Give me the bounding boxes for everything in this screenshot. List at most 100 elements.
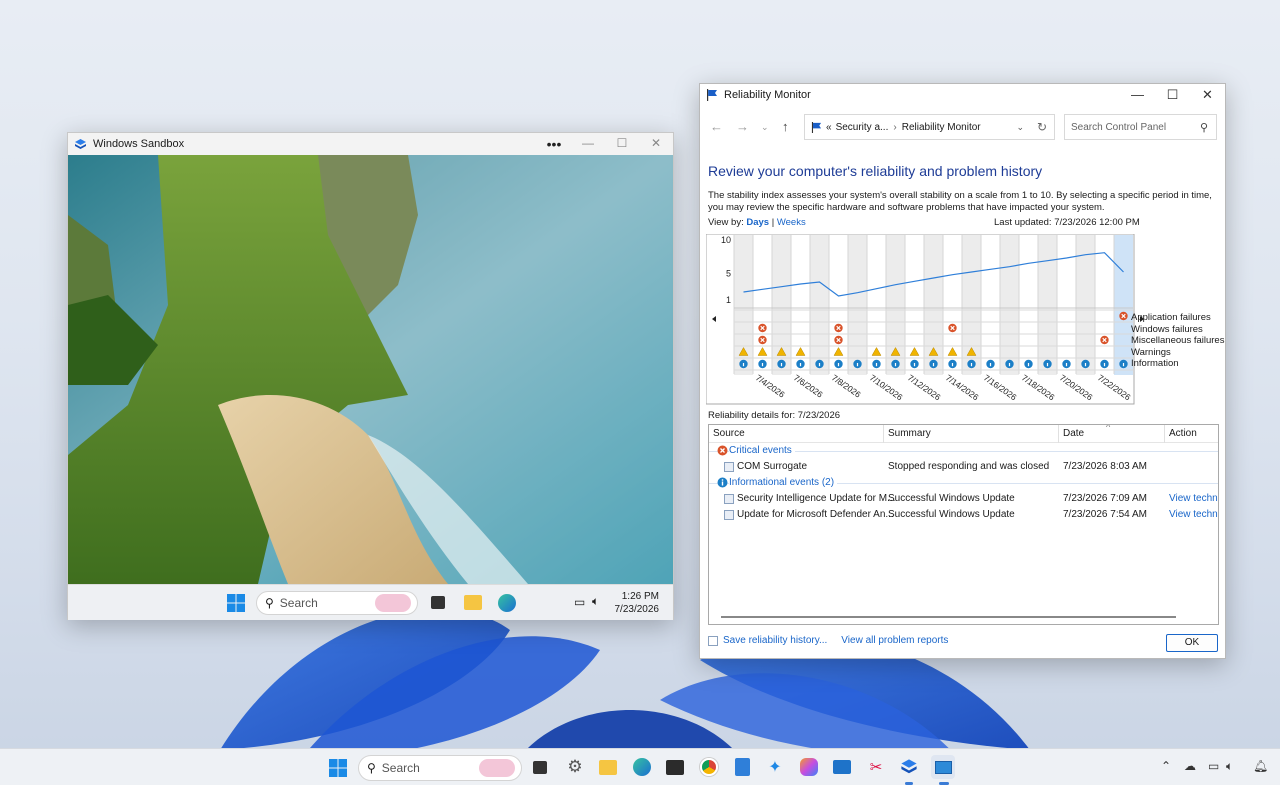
file-explorer-icon[interactable] — [597, 756, 619, 778]
search-highlight-icon — [479, 759, 515, 777]
y-tick-label: 1 — [726, 295, 731, 305]
day-column — [1038, 235, 1057, 375]
table-row[interactable]: Security Intelligence Update for M... Su… — [709, 491, 1218, 507]
column-header-source[interactable]: Source — [713, 428, 745, 439]
rm-navigation-bar: ← → ⌄ ↑ « Security a... › Reliability Mo… — [700, 113, 1225, 141]
sandbox-search-box[interactable]: ⚲ Search — [256, 591, 418, 615]
vscode-icon[interactable]: ✦ — [764, 756, 786, 778]
ok-button[interactable]: OK — [1166, 634, 1218, 652]
reliability-monitor-window[interactable]: Reliability Monitor — ☐ ✕ ← → ⌄ ↑ « Secu… — [699, 83, 1226, 659]
refresh-icon[interactable]: ↻ — [1037, 120, 1047, 134]
task-view-icon[interactable] — [529, 756, 551, 778]
notepad-icon[interactable] — [731, 756, 753, 778]
sandbox-title-bar[interactable]: Windows Sandbox ••• — ☐ ✕ — [68, 133, 673, 155]
day-column — [810, 235, 829, 375]
maximize-button[interactable]: ☐ — [1155, 87, 1190, 103]
last-updated: Last updated: 7/23/2026 12:00 PM — [994, 217, 1140, 228]
forward-arrow-icon[interactable]: → — [736, 119, 749, 134]
row-date: 7/23/2026 7:09 AM — [1063, 493, 1147, 504]
sandbox-window[interactable]: Windows Sandbox ••• — ☐ ✕ ⚲ Search ▭ 🔈︎ … — [67, 132, 674, 620]
view-technical-details-link[interactable]: View technic — [1169, 509, 1218, 520]
onedrive-cloud-icon[interactable]: ☁ — [1184, 759, 1196, 773]
day-column — [1000, 235, 1019, 375]
update-icon — [724, 494, 734, 504]
close-button[interactable]: ✕ — [1190, 87, 1225, 103]
edge-icon[interactable] — [631, 756, 653, 778]
page-heading: Review your computer's reliability and p… — [708, 163, 1043, 179]
chart-legend: Application failures Windows failures Misc… — [1131, 312, 1224, 370]
critical-events-label: Critical events — [729, 445, 795, 456]
address-dropdown-icon[interactable]: ⌄ — [1016, 122, 1024, 133]
taskbar-search-box[interactable]: ⚲ Search — [358, 755, 522, 781]
up-arrow-icon[interactable]: ↑ — [782, 119, 789, 134]
y-tick-label: 10 — [721, 235, 731, 245]
recent-locations-chevron-icon[interactable]: ⌄ — [761, 122, 769, 133]
notification-bell-icon[interactable]: 🔔︎ — [1253, 759, 1268, 773]
sandbox-taskbar-icon[interactable] — [898, 756, 920, 778]
breadcrumb-current[interactable]: Reliability Monitor — [902, 122, 981, 133]
copilot-icon[interactable] — [798, 756, 820, 778]
view-by-weeks-link[interactable]: Weeks — [777, 217, 806, 228]
network-icon[interactable]: ▭ — [1208, 759, 1219, 773]
close-button[interactable]: ✕ — [639, 136, 673, 152]
chrome-icon[interactable] — [698, 756, 720, 778]
breadcrumb-parent[interactable]: Security a... — [836, 122, 889, 133]
view-technical-details-link[interactable]: View technic — [1169, 493, 1218, 504]
reliability-monitor-taskbar-icon[interactable] — [931, 755, 955, 779]
save-reliability-history-link[interactable]: Save reliability history... — [723, 635, 827, 646]
back-arrow-icon[interactable]: ← — [710, 119, 723, 134]
column-header-action[interactable]: Action — [1169, 428, 1197, 439]
control-panel-search-placeholder: Search Control Panel — [1071, 121, 1167, 133]
file-explorer-icon[interactable] — [464, 595, 482, 610]
minimize-button[interactable]: — — [1120, 87, 1155, 103]
row-summary: Stopped responding and was closed — [888, 461, 1050, 472]
critical-error-icon — [717, 445, 728, 456]
edge-icon[interactable] — [498, 594, 516, 612]
search-highlight-icon — [375, 594, 411, 612]
table-row[interactable]: Update for Microsoft Defender An... Succ… — [709, 507, 1218, 523]
legend-entry: Warnings — [1131, 346, 1171, 358]
day-column — [1057, 235, 1076, 375]
sandbox-clock[interactable]: 1:26 PM 7/23/2026 — [615, 590, 660, 616]
informational-events-group[interactable]: Informational events (2) — [709, 475, 1218, 491]
settings-gear-icon[interactable]: ⚙ — [564, 756, 586, 778]
taskbar: ⚲ Search ⚙ ✦ ✂ ⌃ ☁ ▭ 🔈︎ 🔔︎ — [0, 748, 1280, 785]
maximize-button[interactable]: ☐ — [605, 136, 639, 152]
start-icon[interactable] — [329, 759, 347, 777]
flag-icon — [811, 121, 822, 133]
column-header-date[interactable]: Date — [1063, 428, 1084, 439]
network-icon[interactable]: ▭ — [574, 595, 585, 609]
show-hidden-icons-chevron-icon[interactable]: ⌃ — [1161, 759, 1171, 773]
save-icon — [708, 635, 718, 646]
reliability-details-for: Reliability details for: 7/23/2026 — [708, 410, 841, 421]
day-column — [1095, 235, 1114, 375]
minimize-button[interactable]: — — [571, 136, 605, 152]
task-view-icon[interactable] — [431, 596, 445, 609]
volume-icon[interactable]: 🔈︎ — [1226, 759, 1233, 774]
view-all-problem-reports-link[interactable]: View all problem reports — [841, 635, 948, 646]
rm-title-bar[interactable]: Reliability Monitor — ☐ ✕ — [700, 84, 1225, 106]
remote-desktop-icon[interactable] — [831, 756, 853, 778]
address-bar[interactable]: « Security a... › Reliability Monitor ⌄ … — [804, 114, 1055, 140]
breadcrumb-prefix[interactable]: « — [826, 122, 832, 133]
more-options-icon[interactable]: ••• — [537, 136, 571, 152]
rm-title: Reliability Monitor — [724, 89, 811, 101]
terminal-icon[interactable] — [664, 756, 686, 778]
events-table[interactable]: Source Summary Date ^ Action Critical ev… — [708, 424, 1219, 625]
taskbar-search-placeholder: Search — [381, 761, 420, 775]
update-icon — [724, 510, 734, 520]
snipping-tool-icon[interactable]: ✂ — [865, 756, 887, 778]
legend-entry: Miscellaneous failures — [1131, 335, 1225, 347]
view-by-days-link[interactable]: Days — [746, 217, 769, 228]
start-icon[interactable] — [227, 594, 245, 612]
control-panel-search-box[interactable]: Search Control Panel ⚲ — [1064, 114, 1217, 140]
table-row[interactable]: COM Surrogate Stopped responding and was… — [709, 459, 1218, 475]
volume-icon[interactable]: 🔈︎ — [592, 594, 599, 609]
column-header-summary[interactable]: Summary — [888, 428, 931, 439]
search-icon[interactable]: ⚲ — [1200, 121, 1208, 134]
view-by-separator: | — [771, 217, 775, 228]
critical-events-group[interactable]: Critical events — [709, 443, 1218, 459]
day-column — [848, 235, 867, 375]
horizontal-scrollbar[interactable] — [721, 616, 1176, 618]
y-tick-label: 5 — [726, 268, 731, 278]
